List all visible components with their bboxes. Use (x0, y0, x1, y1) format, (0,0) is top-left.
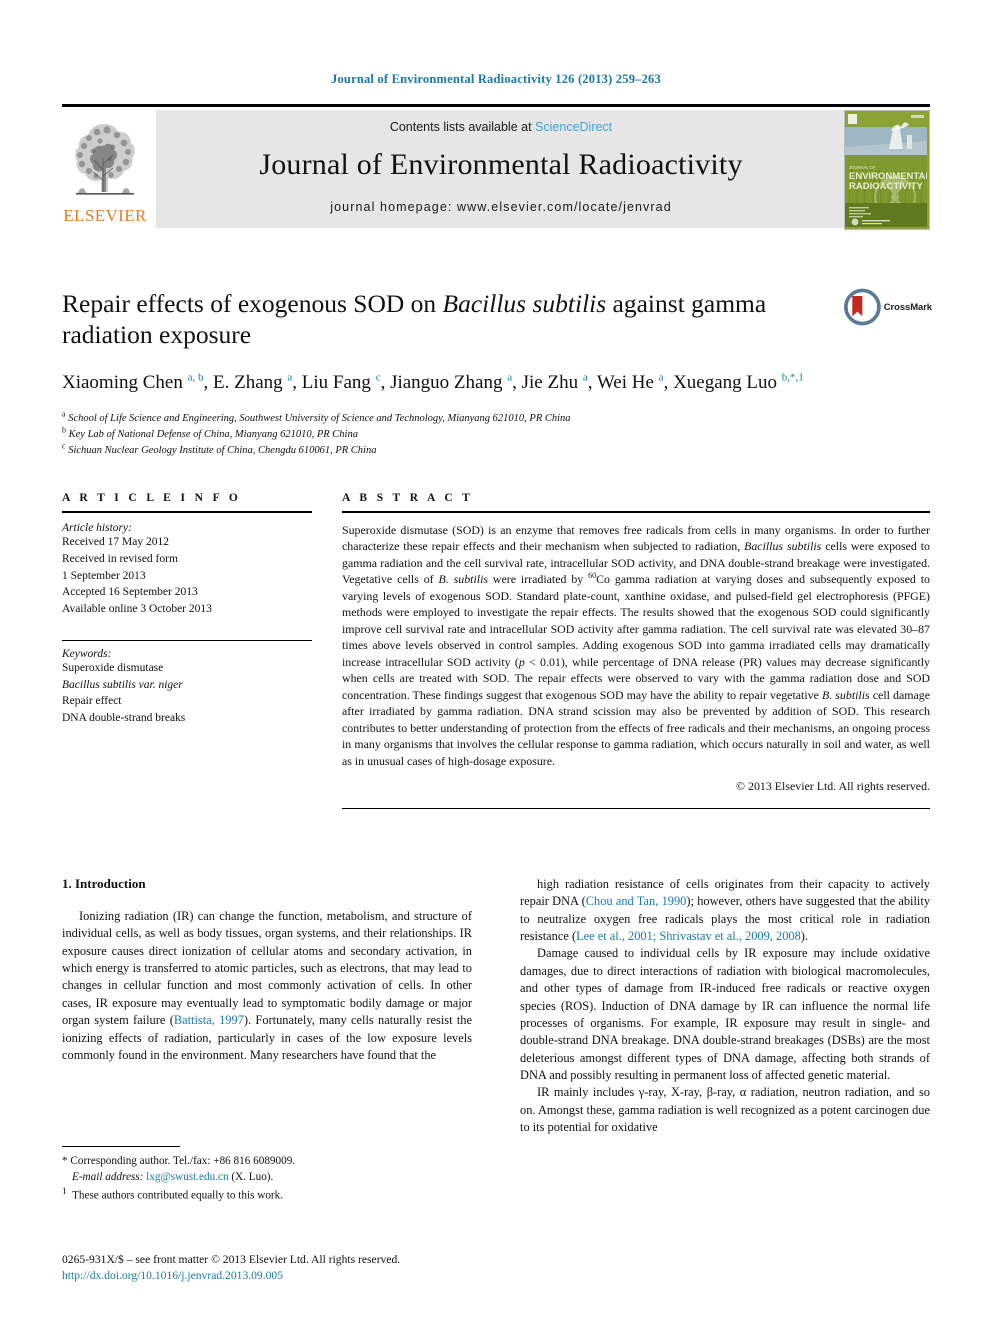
article-info-heading: A R T I C L E I N F O (62, 492, 242, 504)
introduction-paragraph-1: Ionizing radiation (IR) can change the f… (62, 909, 472, 1062)
abstract-copyright: © 2013 Elsevier Ltd. All rights reserved… (736, 779, 930, 794)
affiliation-mark-c: c (62, 441, 66, 451)
footnote-rule (62, 1146, 180, 1147)
introduction-paragraph-4: IR mainly includes γ-ray, X-ray, β-ray, … (520, 1085, 930, 1135)
affiliation-c-text: Sichuan Nuclear Geology Institute of Chi… (68, 445, 377, 457)
keywords-block: Keywords: Superoxide dismutase Bacillus … (62, 639, 312, 727)
doi-link[interactable]: http://dx.doi.org/10.1016/j.jenvrad.2013… (62, 1269, 562, 1282)
body-columns: 1. Introduction Ionizing radiation (IR) … (62, 876, 930, 1136)
article-info-column: A R T I C L E I N F O Article history: R… (62, 492, 312, 809)
introduction-paragraph-3: Damage caused to individual cells by IR … (520, 946, 930, 1082)
article-history-label: Article history: (62, 522, 132, 534)
issn-front-matter-line: 0265-931X/$ – see front matter © 2013 El… (62, 1253, 401, 1266)
abstract-heading: A B S T R A C T (342, 492, 474, 504)
affiliation-mark-b: b (62, 425, 66, 435)
introduction-heading: 1. Introduction (62, 876, 146, 891)
keyword-3: DNA double-strand breaks (62, 712, 186, 725)
contents-available-line: Contents lists available at ScienceDirec… (390, 120, 612, 134)
journal-masthead: ELSEVIER Contents lists available at Sci… (62, 104, 930, 230)
elsevier-tree-icon (66, 114, 144, 200)
abstract-column: A B S T R A C T Superoxide dismutase (SO… (342, 492, 931, 810)
abstract-text: Superoxide dismutase (SOD) is an enzyme … (342, 523, 931, 768)
sciencedirect-link[interactable]: ScienceDirect (535, 120, 612, 134)
keyword-2: Repair effect (62, 695, 122, 708)
footnote-email: E-mail address: lxg@swust.edu.cn (X. Luo… (62, 1170, 472, 1186)
affiliation-a-text: School of Life Science and Engineering, … (68, 413, 571, 425)
title-part-1: Repair effects of exogenous SOD on (62, 289, 443, 318)
affiliation-list: a School of Life Science and Engineering… (62, 409, 852, 459)
journal-title: Journal of Environmental Radioactivity (259, 148, 743, 181)
elsevier-logo: ELSEVIER (62, 112, 148, 228)
info-abstract-section: A R T I C L E I N F O Article history: R… (62, 492, 931, 810)
title-species-italic: Bacillus subtilis (442, 289, 607, 318)
footnotes-block: * Corresponding author. Tel./fax: +86 81… (62, 1146, 472, 1204)
journal-cover-thumbnail: JOURNAL OF ENVIRONMENTAL RADIOACTIVITY (844, 110, 930, 230)
article-history-4: Available online 3 October 2013 (62, 603, 212, 616)
affiliation-c: c Sichuan Nuclear Geology Institute of C… (62, 441, 852, 459)
keyword-0: Superoxide dismutase (62, 661, 164, 674)
article-info-rule (62, 511, 312, 513)
affiliation-mark-a: a (62, 409, 66, 419)
crossmark-icon (844, 288, 881, 326)
introduction-paragraph-2: high radiation resistance of cells origi… (520, 877, 931, 944)
affiliation-b-text: Key Lab of National Defense of China, Mi… (68, 429, 358, 441)
author-list: Xiaoming Chen a, b, E. Zhang a, Liu Fang… (62, 371, 804, 394)
journal-homepage-link[interactable]: journal homepage: www.elsevier.com/locat… (330, 200, 672, 214)
keywords-label: Keywords: (62, 647, 112, 660)
keyword-1-italic: Bacillus subtilis var. niger (62, 678, 183, 691)
page-title: Repair effects of exogenous SOD on Bacil… (62, 288, 852, 350)
footnote-equal-contribution: 1 These authors contributed equally to t… (62, 1186, 284, 1202)
article-history-2: 1 September 2013 (62, 569, 146, 582)
footnote-corresponding-author: * Corresponding author. Tel./fax: +86 81… (62, 1155, 296, 1167)
masthead-center-band: Contents lists available at ScienceDirec… (156, 110, 846, 228)
affiliation-a: a School of Life Science and Engineering… (62, 409, 852, 427)
article-history-1: Received in revised form (62, 552, 178, 565)
colophon-block: 0265-931X/$ – see front matter © 2013 El… (62, 1252, 562, 1282)
crossmark-label: CrossMark (883, 301, 932, 313)
crossmark-badge[interactable]: CrossMark (844, 286, 932, 328)
masthead-top-rule (62, 104, 930, 107)
article-history-0: Received 17 May 2012 (62, 536, 169, 548)
body-column-right: high radiation resistance of cells origi… (520, 876, 930, 1136)
paper-page: Journal of Environmental Radioactivity 1… (0, 0, 992, 1323)
email-address-link[interactable]: lxg@swust.edu.cn (146, 1171, 228, 1183)
abstract-bottom-rule (342, 808, 930, 810)
keyword-1: Bacillus subtilis var. niger (62, 677, 312, 694)
title-block: Repair effects of exogenous SOD on Bacil… (62, 288, 852, 459)
article-history-3: Accepted 16 September 2013 (62, 586, 198, 599)
svg-text:JOURNAL OF: JOURNAL OF (849, 165, 876, 170)
email-address-label: E-mail address: (72, 1170, 144, 1183)
running-head: Journal of Environmental Radioactivity 1… (331, 72, 661, 86)
body-column-left: 1. Introduction Ionizing radiation (IR) … (62, 876, 472, 1136)
abstract-rule (342, 511, 930, 513)
keywords-rule (62, 639, 312, 641)
elsevier-wordmark: ELSEVIER (63, 206, 147, 225)
affiliation-b: b Key Lab of National Defense of China, … (62, 425, 852, 443)
contents-prefix: Contents lists available at (389, 120, 532, 134)
email-address-owner: (X. Luo). (231, 1170, 274, 1183)
